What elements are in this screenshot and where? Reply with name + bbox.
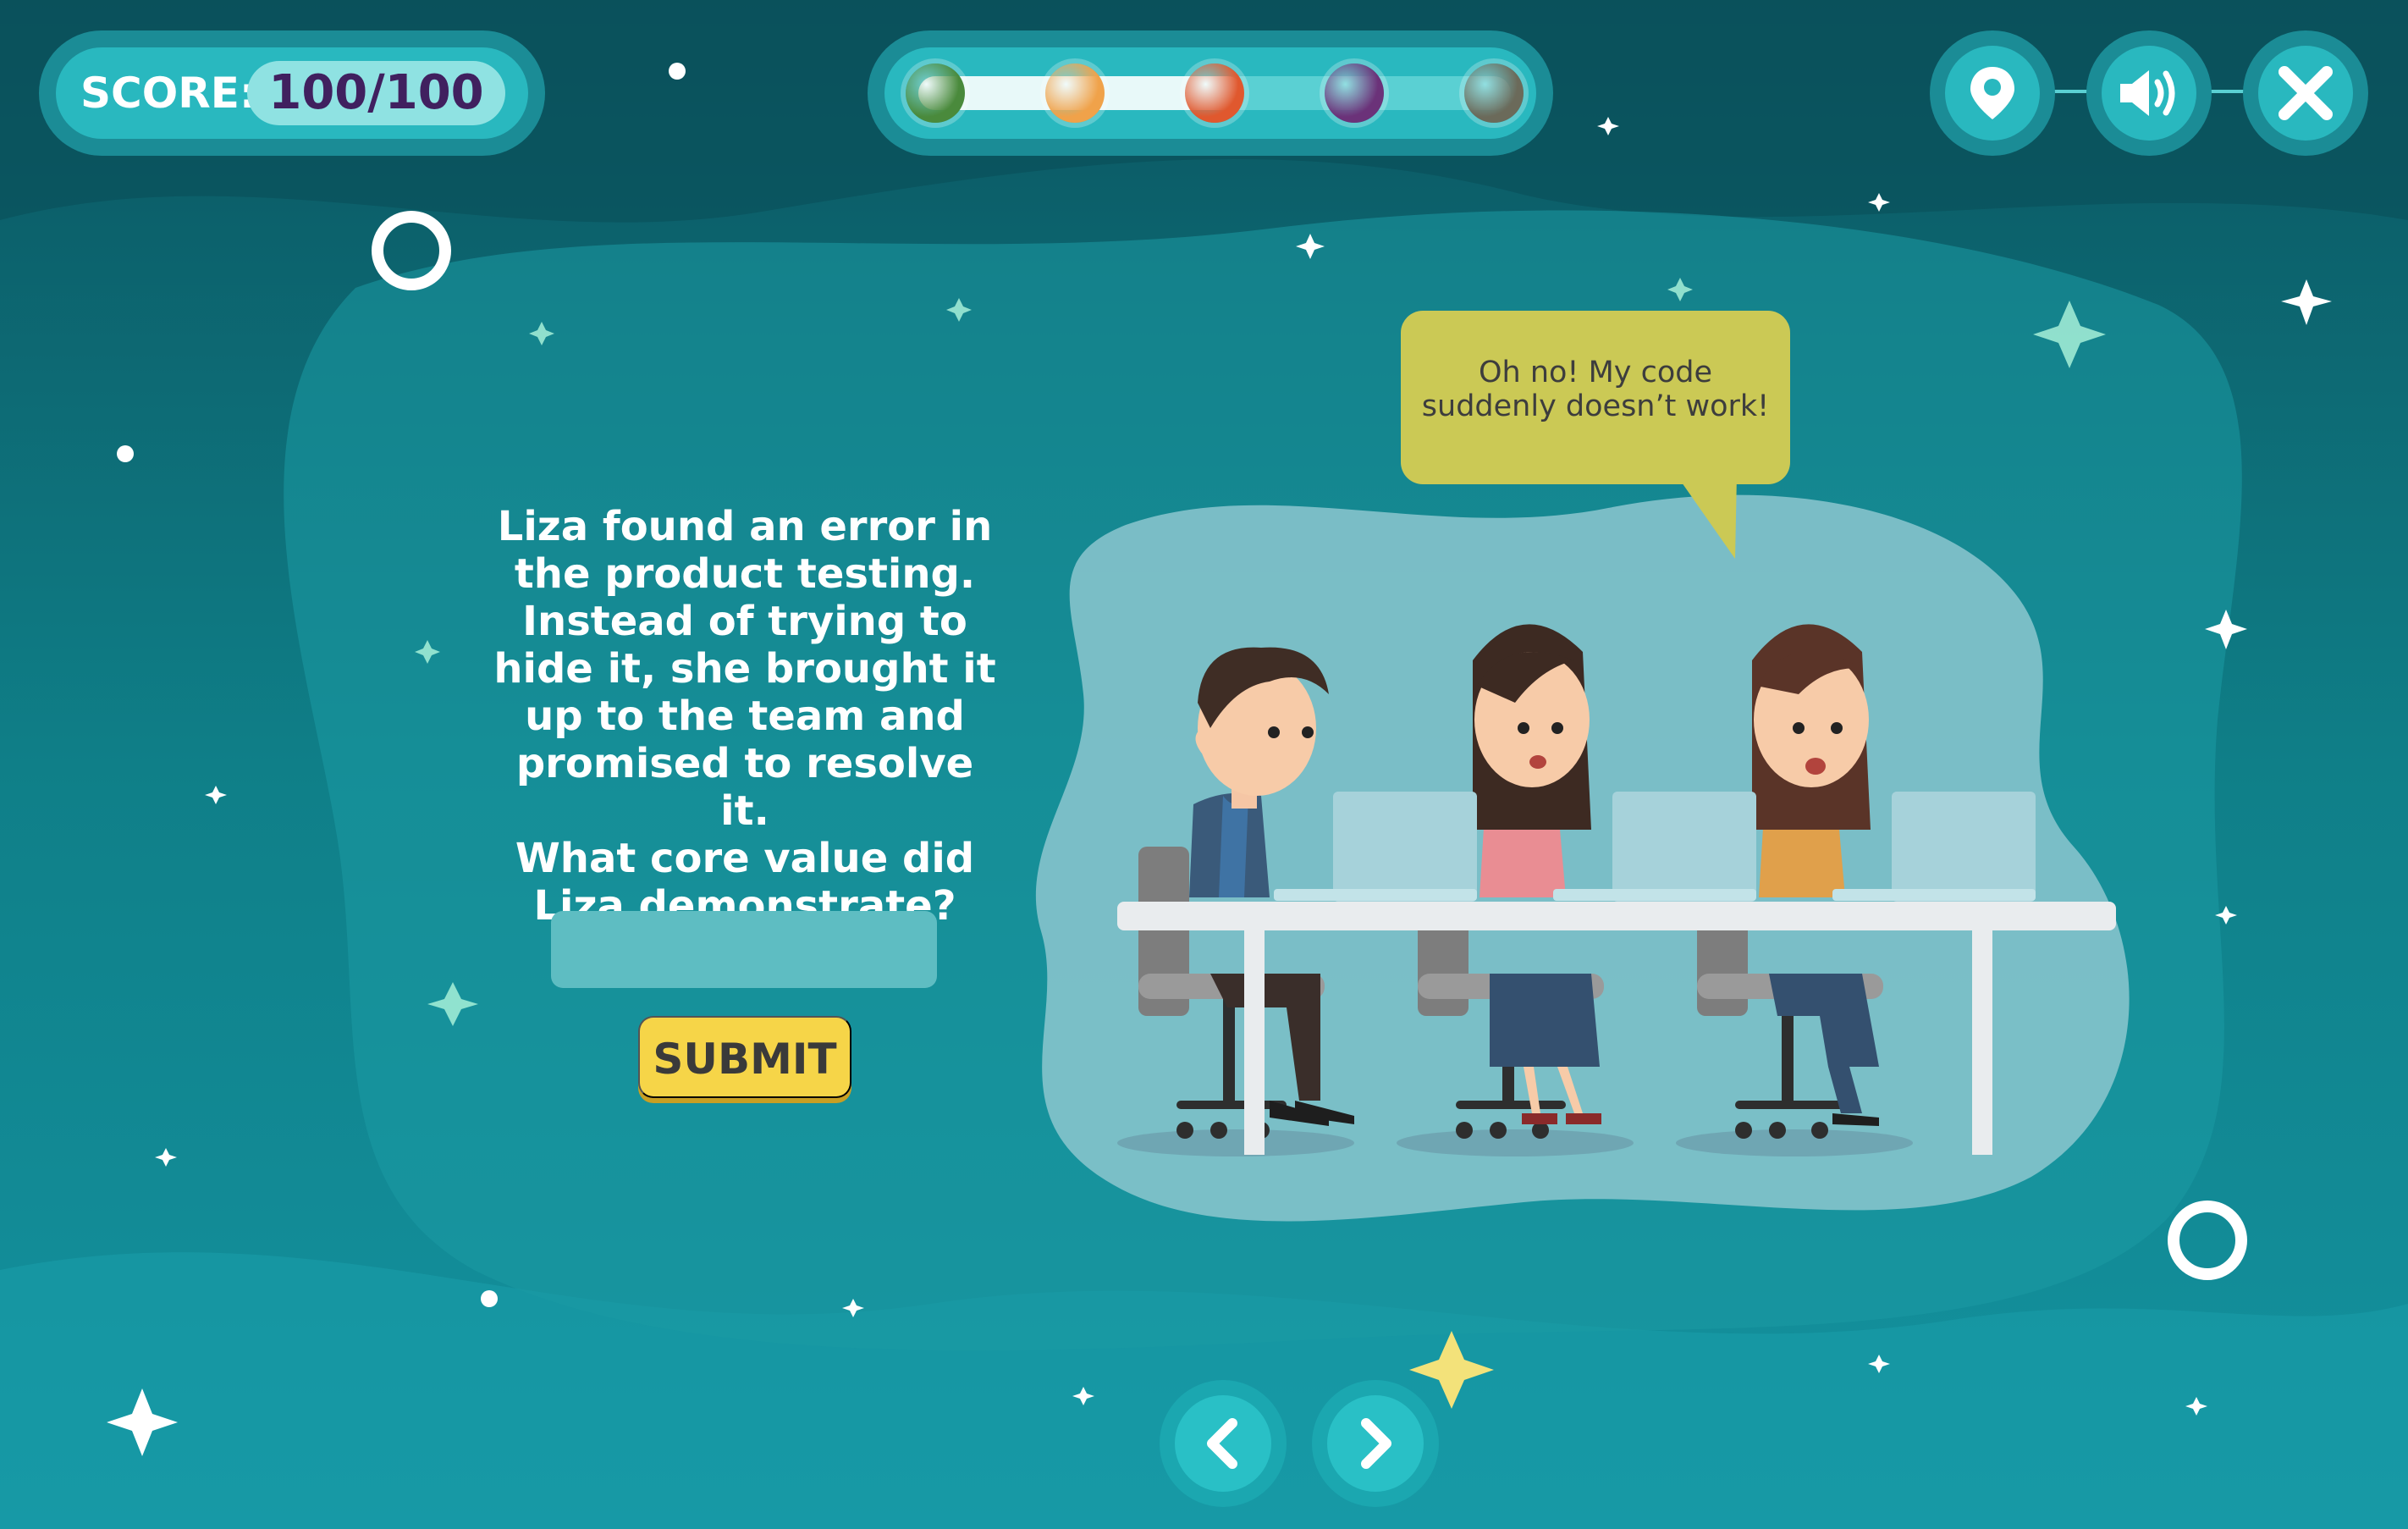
speech-text: Oh no! My code suddenly doesn’t work! [1409,356,1782,423]
question-line: Instead of trying to [522,598,967,645]
close-button[interactable] [2243,30,2368,156]
question-text: Liza found an error in the product testin… [491,503,999,930]
question-line: What core value did [515,835,975,882]
purple-planet-icon [1325,63,1384,123]
previous-button[interactable] [1160,1380,1287,1507]
next-button[interactable] [1312,1380,1439,1507]
close-icon [2258,46,2353,141]
speaker-icon [2102,46,2196,141]
chevron-right-icon [1327,1395,1424,1492]
submit-button[interactable]: SUBMIT [638,1016,851,1098]
ringed-orange-planet-icon [1045,63,1105,123]
score-label: SCORE: [80,69,256,118]
question-line: the product testing. [514,550,976,598]
question-line: Liza found an error in [497,503,993,550]
map-pin-icon [1945,46,2040,141]
question-line: promised to resolve it. [515,740,974,835]
map-button[interactable] [1930,30,2055,156]
red-striped-planet-icon [1185,63,1244,123]
score-value: 100/100 [247,61,505,125]
sound-button[interactable] [2086,30,2212,156]
question-line: hide it, she brought it [493,645,996,693]
green-planet-icon [906,63,965,123]
chevron-left-icon [1175,1395,1271,1492]
question-line: up to the team and [525,693,965,740]
speech-line-1: Oh no! My code [1478,356,1713,389]
gray-planet-icon [1464,63,1524,123]
speech-line-2: suddenly doesn’t work! [1421,389,1770,423]
answer-input[interactable] [551,911,937,988]
office-scene-illustration [1117,624,2116,1156]
